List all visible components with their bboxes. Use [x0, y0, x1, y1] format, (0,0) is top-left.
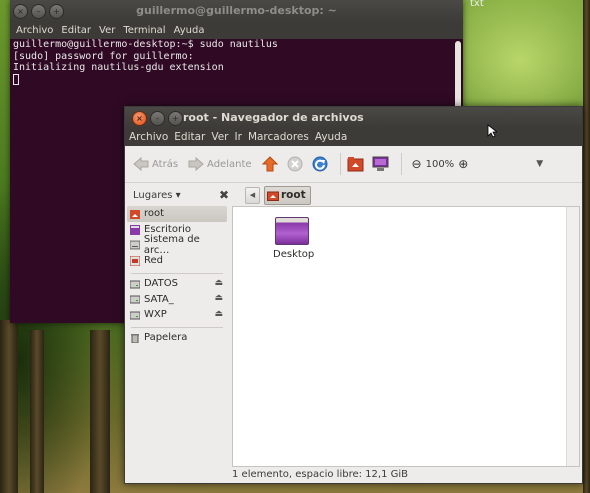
sidebar-header: Lugares ▾ ✖ — [129, 188, 233, 202]
home-folder-icon[interactable] — [347, 156, 364, 172]
file-item[interactable]: Desktop — [273, 217, 315, 260]
sidebar-item-label: Papelera — [144, 332, 188, 344]
terminal-menubar: Archivo Editar Ver Terminal Ayuda — [10, 22, 463, 39]
eject-icon[interactable]: ⏏ — [214, 278, 223, 288]
close-button[interactable]: × — [132, 111, 147, 126]
path-back-button[interactable]: ◀ — [245, 186, 260, 204]
folder-desktop-icon — [275, 217, 309, 245]
arrow-up-icon[interactable] — [261, 156, 278, 172]
file-manager-titlebar[interactable]: × – + root - Navegador de archivos — [125, 107, 582, 128]
tree-trunk — [0, 320, 18, 493]
drive-icon — [130, 280, 140, 289]
sidebar-selector[interactable]: Lugares ▾ — [133, 190, 181, 201]
maximize-button[interactable]: + — [168, 111, 183, 126]
file-manager-menubar: Archivo Editar Ver Ir Marcadores Ayuda — [125, 128, 582, 146]
sidebar-item-label: root — [144, 208, 165, 220]
terminal-line: guillermo@guillermo-desktop:~$ sudo naut… — [13, 39, 278, 50]
sidebar-separator — [131, 272, 223, 274]
tree-trunk — [30, 330, 44, 493]
toolbar-separator — [339, 153, 341, 175]
terminal-titlebar[interactable]: × – + guillermo@guillermo-desktop: ~ — [10, 0, 463, 22]
menu-ir[interactable]: Ir — [232, 131, 245, 143]
file-view[interactable]: Desktop — [232, 206, 580, 467]
menu-ver[interactable]: Ver — [95, 25, 119, 36]
eject-icon[interactable]: ⏏ — [214, 293, 223, 303]
file-item-label: Desktop — [273, 249, 315, 260]
window-title: root - Navegador de archivos — [183, 111, 364, 124]
menu-ayuda[interactable]: Ayuda — [312, 131, 350, 143]
stop-icon[interactable] — [287, 156, 303, 172]
places-sidebar: root Escritorio Sistema de arc… Red DATO… — [127, 206, 227, 469]
sidebar-separator — [131, 326, 223, 328]
forward-label: Adelante — [207, 158, 252, 170]
zoom-in-icon[interactable]: ⊕ — [458, 157, 468, 171]
path-button-root[interactable]: root — [264, 185, 311, 205]
sidebar-item-datos[interactable]: DATOS ⏏ — [127, 276, 227, 292]
menu-marcadores[interactable]: Marcadores — [245, 131, 312, 143]
toolbar-separator — [400, 153, 402, 175]
drive-icon — [130, 311, 140, 320]
menu-archivo[interactable]: Archivo — [126, 131, 171, 143]
file-manager-window[interactable]: × – + root - Navegador de archivos Archi… — [124, 106, 583, 484]
home-folder-icon — [267, 191, 279, 201]
zoom-out-icon[interactable]: ⊖ — [412, 157, 422, 171]
minimize-button[interactable]: – — [150, 111, 165, 126]
file-view-scrollbar[interactable] — [566, 207, 579, 466]
menu-ver[interactable]: Ver — [208, 131, 231, 143]
terminal-line: [sudo] password for guillermo: — [13, 50, 194, 62]
location-bar: Lugares ▾ ✖ ◀ root — [125, 183, 582, 207]
sidebar-item-papelera[interactable]: Papelera — [127, 330, 227, 346]
eject-icon[interactable]: ⏏ — [214, 309, 223, 319]
sidebar-item-wxp[interactable]: WXP ⏏ — [127, 307, 227, 323]
terminal-cursor — [13, 73, 19, 85]
forward-button[interactable]: Adelante — [188, 157, 252, 171]
computer-icon[interactable] — [372, 156, 389, 172]
status-bar: 1 elemento, espacio libre: 12,1 GiB — [232, 469, 408, 480]
sidebar-item-label: WXP — [144, 309, 167, 321]
chevron-left-icon: ◀ — [249, 191, 256, 199]
filesystem-icon — [130, 240, 140, 250]
tree-trunk — [583, 0, 590, 493]
zoom-level[interactable]: 100% — [426, 159, 455, 170]
sidebar-item-label: DATOS — [144, 278, 178, 290]
mouse-pointer-icon — [487, 124, 497, 138]
reload-icon[interactable] — [312, 156, 328, 172]
home-folder-icon — [130, 209, 140, 219]
trash-icon — [131, 333, 139, 343]
sidebar-item-label: Red — [144, 255, 163, 267]
sidebar-item-red[interactable]: Red — [127, 253, 227, 269]
desktop-file-label[interactable]: txt — [470, 0, 484, 9]
close-icon[interactable]: ✖ — [219, 188, 229, 202]
menu-editar[interactable]: Editar — [171, 131, 208, 143]
menu-editar[interactable]: Editar — [57, 25, 95, 36]
drive-icon — [130, 295, 140, 304]
back-label: Atrás — [152, 158, 179, 170]
tree-trunk — [90, 330, 110, 493]
window-title: guillermo@guillermo-desktop: ~ — [136, 4, 337, 17]
sidebar-item-sata[interactable]: SATA_ ⏏ — [127, 291, 227, 307]
network-icon — [130, 255, 140, 266]
arrow-left-icon — [133, 157, 149, 171]
toolbar: Atrás Adelante ⊖ 100% ⊕ ▼ — [125, 146, 582, 183]
path-label: root — [281, 189, 306, 201]
chevron-down-icon[interactable]: ▼ — [536, 159, 543, 169]
sidebar-item-filesystem[interactable]: Sistema de arc… — [127, 234, 227, 256]
sidebar-item-root[interactable]: root — [127, 206, 227, 222]
desktop-icon — [130, 224, 140, 235]
menu-terminal[interactable]: Terminal — [119, 25, 169, 36]
terminal-line: Initializing nautilus-gdu extension — [13, 62, 224, 73]
menu-ayuda[interactable]: Ayuda — [170, 25, 209, 36]
back-button[interactable]: Atrás — [133, 157, 178, 171]
menu-archivo[interactable]: Archivo — [12, 25, 57, 36]
sidebar-item-label: SATA_ — [144, 293, 174, 305]
arrow-right-icon — [188, 157, 204, 171]
